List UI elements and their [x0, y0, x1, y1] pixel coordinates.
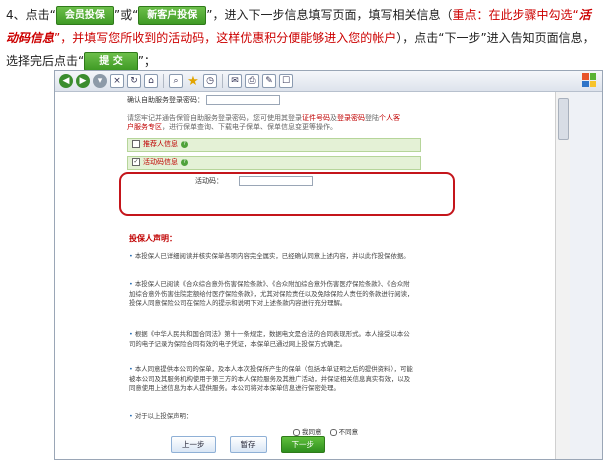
instruction-text: 4、点击“ 会员投保 ”或“ 新客户投保 ”，进入下一步信息填写页面，填写相关信息（重点…	[6, 4, 602, 73]
windows-logo-icon	[582, 73, 596, 87]
browser-toolbar: ◀ ▶ ▾ × ↻ ⌂ ⌕ ★ ◷ ✉ ⎙ ✎ ☐	[55, 71, 602, 92]
toolbar-divider	[222, 74, 223, 88]
form-button-row: 上一步 暂存 下一步	[171, 436, 325, 453]
next-step-button[interactable]: 下一步	[280, 436, 325, 453]
web-page: 确认自助服务登录密码： 请您牢记并通告保管自助服务登录密码，您可使用其登录证件号…	[55, 92, 555, 459]
intro-text-1: 4、点击“	[6, 8, 56, 22]
referrer-section-bar[interactable]: 推荐人信息?	[127, 138, 421, 152]
activity-code-checkbox[interactable]: ✓	[132, 158, 140, 166]
password-note: 请您牢记并通告保管自助服务登录密码，您可使用其登录证件号码及登录密码登陆个人客 …	[127, 114, 419, 132]
dropdown-icon[interactable]: ▾	[93, 74, 107, 88]
note-text: 登陆	[365, 114, 379, 122]
intro-text-3: ”，进入下一步信息填写页面，填写相关信息（	[206, 8, 453, 22]
confirm-password-label: 确认自助服务登录密码：	[127, 96, 204, 104]
intro-text-5: ”；	[137, 54, 156, 68]
vertical-scrollbar[interactable]	[555, 92, 570, 459]
intro-text-2: ”或“	[113, 8, 139, 22]
agreement-radios: 我同意 不同意	[287, 426, 358, 436]
note-highlight: 证件号码	[302, 114, 330, 122]
declaration-title: 投保人声明：	[129, 234, 177, 243]
confirm-password-input[interactable]	[206, 95, 281, 105]
note-highlight: 个人客	[379, 114, 400, 122]
note-text: ，进行保单查询、下载电子保单、保单信息变更等操作。	[162, 123, 337, 131]
home-icon[interactable]: ⌂	[144, 74, 158, 88]
previous-step-button[interactable]: 上一步	[171, 436, 216, 453]
agree-radio[interactable]	[293, 428, 300, 436]
note-text: 请您牢记并通告保管自助服务登录密码，您可使用其登录	[127, 114, 302, 122]
declaration-item: • 本投保人已阅读《合众综合意外伤害保险条款》、《合众附加综合意外伤害医疗保险条…	[129, 280, 414, 307]
declaration-item: • 对于以上投保声明：	[129, 412, 193, 420]
browser-screenshot: ◀ ▶ ▾ × ↻ ⌂ ⌕ ★ ◷ ✉ ⎙ ✎ ☐ 确认自助服务登录密码： 请您…	[54, 70, 603, 460]
save-draft-button[interactable]: 暂存	[229, 436, 267, 453]
note-text: 及	[330, 114, 337, 122]
edit-icon[interactable]: ✎	[262, 74, 276, 88]
toolbar-divider	[163, 74, 164, 88]
disagree-label: 不同意	[338, 428, 359, 436]
intro-highlight-2: ”，并填写您所收到的活动码，这样优惠积分便能够进入您的帐户	[54, 31, 397, 45]
scrollbar-thumb[interactable]	[558, 98, 569, 140]
note-highlight: 户服务专区	[127, 123, 162, 131]
help-icon[interactable]: ?	[181, 140, 188, 148]
refresh-icon[interactable]: ↻	[127, 74, 141, 88]
forward-arrow-icon[interactable]: ▶	[76, 74, 90, 88]
new-customer-insure-button[interactable]: 新客户投保	[138, 6, 207, 25]
submit-button[interactable]: 提 交	[84, 52, 138, 71]
search-icon[interactable]: ⌕	[169, 74, 183, 88]
referrer-label: 推荐人信息	[143, 140, 178, 148]
history-icon[interactable]: ◷	[203, 74, 217, 88]
declaration-item: • 本人同意提供本公司的保单，及本人本次投保所产生的保单（包括本单证明之后的提供…	[129, 365, 413, 392]
activity-code-label: 活动码信息	[143, 158, 178, 166]
activity-code-section-bar[interactable]: ✓ 活动码信息?	[127, 156, 421, 170]
confirm-password-row: 确认自助服务登录密码：	[127, 95, 281, 105]
messenger-icon[interactable]: ☐	[279, 74, 293, 88]
note-highlight: 登录密码	[337, 114, 365, 122]
favorites-star-icon[interactable]: ★	[186, 74, 200, 89]
intro-highlight-1: 重点：在此步骤中勾选“	[452, 8, 579, 22]
back-arrow-icon[interactable]: ◀	[59, 74, 73, 88]
insurance-form: 确认自助服务登录密码： 请您牢记并通告保管自助服务登录密码，您可使用其登录证件号…	[127, 92, 421, 459]
activity-code-highlight-box	[119, 172, 455, 216]
declaration-item: • 本投保人已详细阅读并核实保单各项内容完全属实，已经确认同意上述内容，并以此作…	[129, 252, 410, 260]
agree-label: 我同意	[302, 428, 322, 436]
member-insure-button[interactable]: 会员投保	[55, 6, 114, 25]
disagree-radio[interactable]	[329, 428, 337, 436]
help-icon[interactable]: ?	[181, 158, 188, 166]
print-icon[interactable]: ⎙	[245, 74, 259, 88]
declaration-item: • 根据《中华人民共和国合同法》第十一条规定，数据电文是合法的合同表现形式。本人…	[129, 330, 410, 348]
stop-icon[interactable]: ×	[110, 74, 124, 88]
referrer-checkbox[interactable]	[132, 140, 140, 148]
mail-icon[interactable]: ✉	[228, 74, 242, 88]
